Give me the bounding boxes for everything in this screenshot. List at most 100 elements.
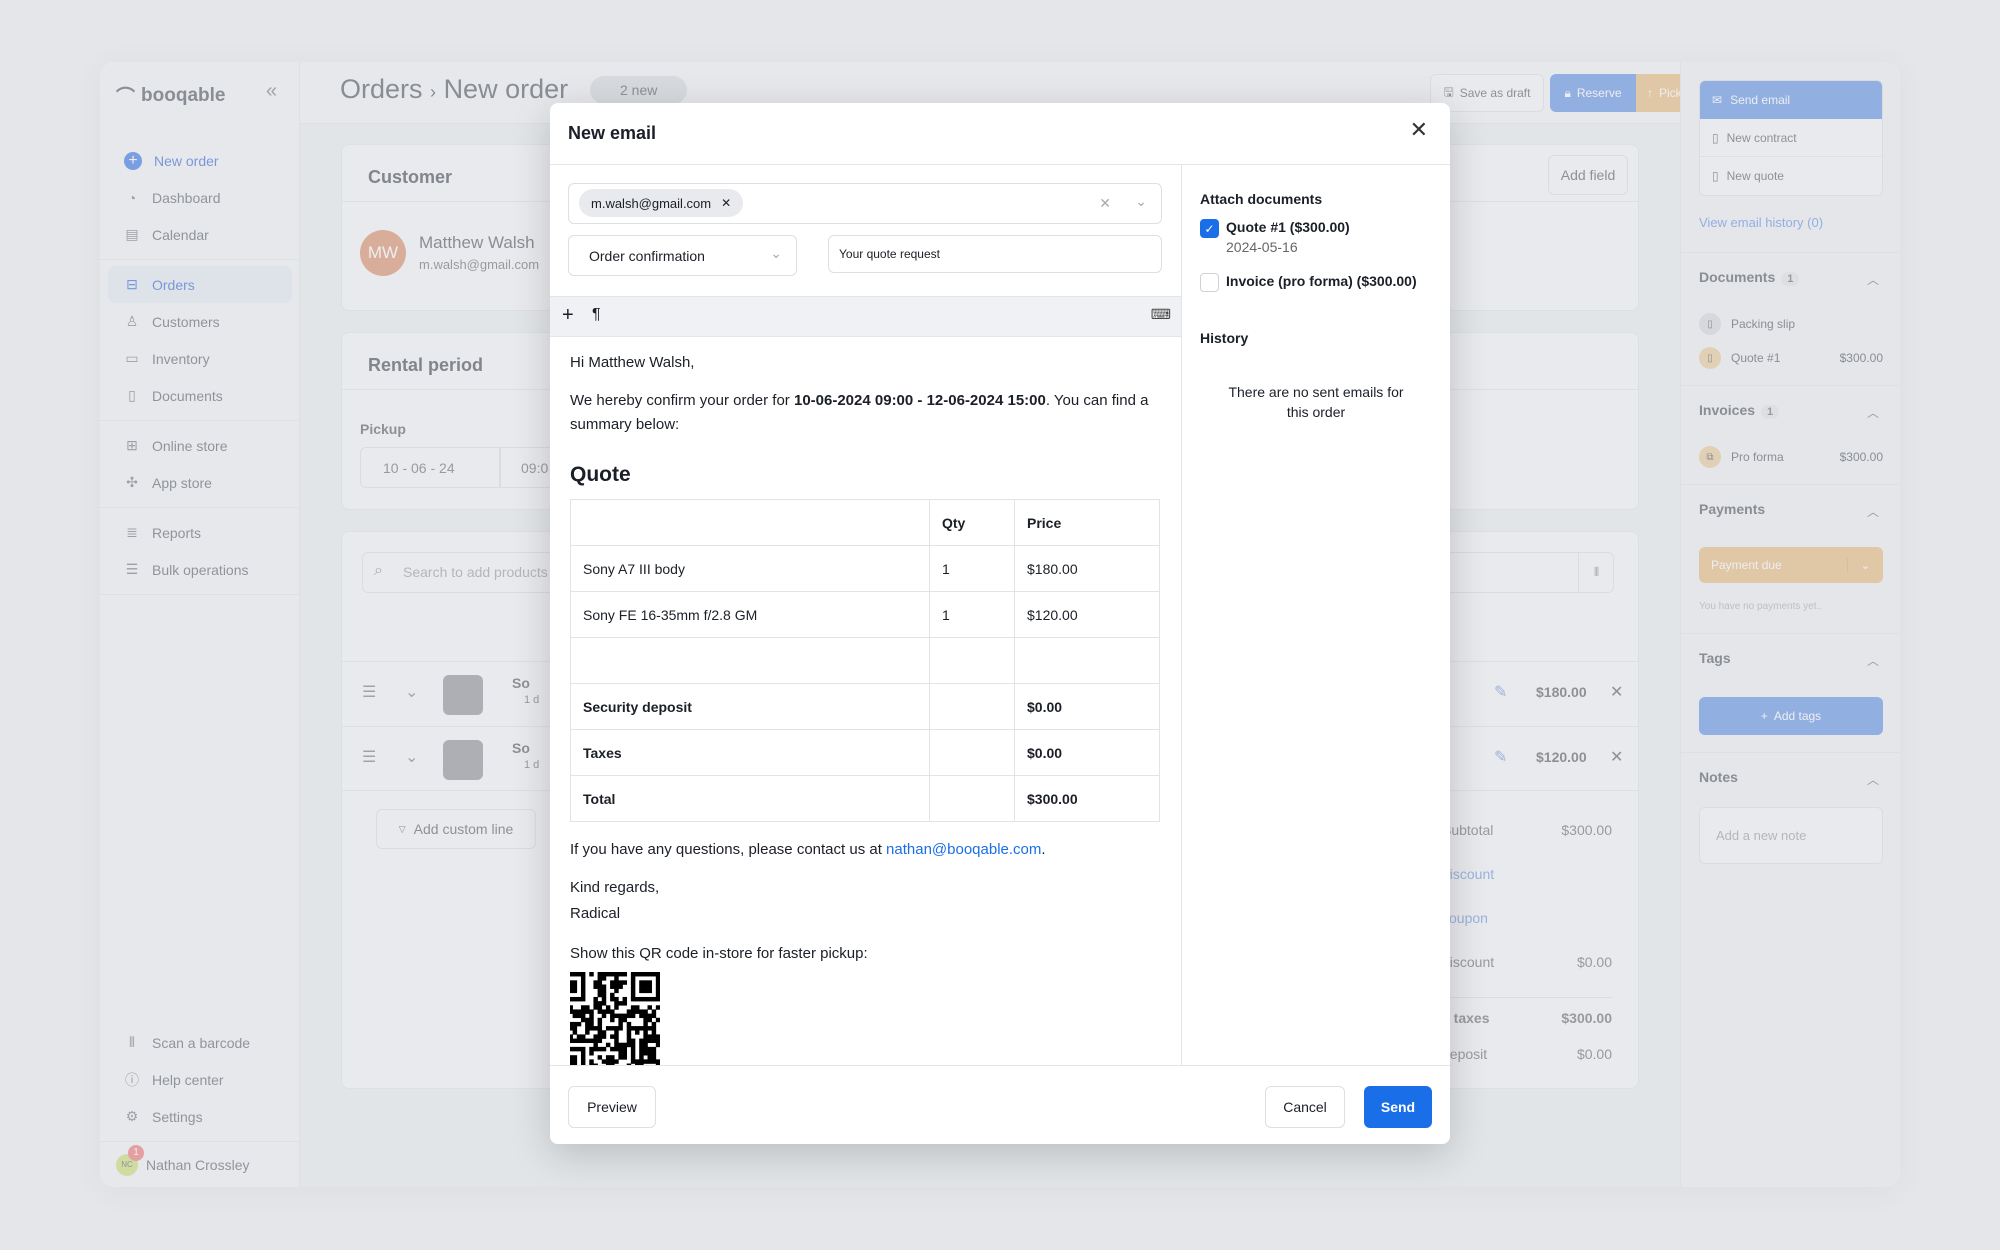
qr-module <box>643 1026 648 1031</box>
qr-module <box>597 1001 603 1006</box>
qr-module <box>589 1021 594 1027</box>
history-empty-text: There are no sent emails for this order <box>1228 384 1404 420</box>
plus-icon[interactable]: + <box>562 304 574 327</box>
qr-module <box>630 996 636 1002</box>
qr-code-image <box>570 972 661 1065</box>
qr-module <box>655 972 661 977</box>
qr-module <box>610 1059 615 1064</box>
clear-icon[interactable]: ✕ <box>1099 195 1111 212</box>
remove-recipient-icon[interactable]: ✕ <box>721 196 731 210</box>
qr-module <box>593 1038 598 1044</box>
qr-module <box>597 984 603 989</box>
qr-module <box>626 1021 632 1027</box>
email-body-editor[interactable]: Hi Matthew Walsh, We hereby confirm your… <box>570 337 1170 1065</box>
qr-module <box>655 1017 661 1023</box>
qr-module <box>593 1001 598 1006</box>
qr-module <box>622 996 628 1002</box>
qr-module <box>580 1005 586 1010</box>
qr-module <box>614 1038 619 1044</box>
qr-module <box>635 1059 640 1064</box>
qr-module <box>630 976 636 981</box>
qr-module <box>605 1005 611 1010</box>
qr-module <box>618 1051 623 1056</box>
recipients-input[interactable]: m.walsh@gmail.com ✕ ✕ ⌄ <box>568 183 1162 224</box>
qr-module <box>639 972 644 977</box>
qr-module <box>570 1021 573 1027</box>
contact-email-link[interactable]: nathan@booqable.com <box>886 841 1041 858</box>
qr-module <box>593 1042 598 1048</box>
qr-module <box>614 1013 619 1019</box>
table-row: Taxes $0.00 <box>570 729 1160 776</box>
qr-module <box>589 1013 594 1019</box>
qr-module <box>635 972 640 977</box>
qr-module <box>576 972 582 977</box>
qr-module <box>601 972 607 977</box>
close-icon[interactable]: ✕ <box>1410 117 1428 143</box>
qr-module <box>618 1026 623 1031</box>
table-row: Total $300.00 <box>570 775 1160 822</box>
qr-module <box>605 1009 611 1014</box>
qr-module <box>614 996 619 1002</box>
qr-module <box>655 1042 661 1048</box>
qr-module <box>572 1038 578 1044</box>
qr-module <box>597 992 603 998</box>
qr-module <box>576 1046 582 1052</box>
qr-module <box>651 1034 657 1039</box>
qr-module <box>639 1055 644 1060</box>
qr-module <box>576 996 582 1002</box>
preview-button[interactable]: Preview <box>568 1086 656 1128</box>
qr-module <box>626 1038 632 1044</box>
qr-module <box>614 1046 619 1052</box>
qr-module <box>626 1042 632 1048</box>
qr-module <box>618 1001 623 1006</box>
qr-module <box>610 996 615 1002</box>
qr-module <box>605 1026 611 1031</box>
qr-module <box>647 1017 652 1023</box>
qr-module <box>639 980 644 985</box>
qr-module <box>597 1055 603 1060</box>
attachment-invoice[interactable]: Invoice (pro forma) ($300.00) <box>1200 273 1432 292</box>
qr-module <box>610 972 615 977</box>
qr-module <box>580 980 586 985</box>
paragraph-icon[interactable]: ¶ <box>592 306 601 324</box>
qr-module <box>655 1034 661 1039</box>
qr-module <box>651 1059 657 1064</box>
qr-module <box>597 1005 603 1010</box>
keyboard-icon[interactable]: ⌨ <box>1151 306 1171 323</box>
qr-module <box>643 1038 648 1044</box>
checkbox-icon[interactable] <box>1200 273 1219 292</box>
qr-module <box>655 1059 661 1064</box>
qr-module <box>630 1005 636 1010</box>
qr-module <box>630 988 636 994</box>
qr-module <box>570 980 573 985</box>
qr-module <box>618 1021 623 1027</box>
qr-module <box>651 1009 657 1014</box>
send-button[interactable]: Send <box>1364 1086 1432 1128</box>
qr-module <box>647 1038 652 1044</box>
qr-module <box>601 984 607 989</box>
attachment-quote[interactable]: ✓ Quote #1 ($300.00) 2024-05-16 <box>1200 219 1432 255</box>
modal-title: New email <box>568 123 657 143</box>
chevron-down-icon[interactable]: ⌄ <box>1135 193 1147 210</box>
qr-module <box>572 1009 578 1014</box>
qr-module <box>593 1046 598 1052</box>
qr-module <box>630 980 636 985</box>
qr-module <box>601 992 607 998</box>
qr-module <box>593 1005 598 1010</box>
qr-module <box>618 1017 623 1023</box>
qr-module <box>622 1042 628 1048</box>
qr-module <box>614 980 619 985</box>
qr-module <box>618 1042 623 1048</box>
qr-module <box>572 996 578 1002</box>
qr-module <box>614 1001 619 1006</box>
table-row: Sony FE 16-35mm f/2.8 GM 1 $120.00 <box>570 591 1160 638</box>
template-select[interactable]: Order confirmation ⌄ <box>568 235 797 276</box>
cancel-button[interactable]: Cancel <box>1265 1086 1345 1128</box>
qr-module <box>610 1017 615 1023</box>
qr-module <box>643 1017 648 1023</box>
qr-module <box>585 1017 590 1023</box>
subject-input[interactable]: Your quote request <box>828 235 1162 273</box>
checkbox-checked-icon[interactable]: ✓ <box>1200 219 1219 238</box>
qr-module <box>647 1005 652 1010</box>
qr-module <box>614 976 619 981</box>
